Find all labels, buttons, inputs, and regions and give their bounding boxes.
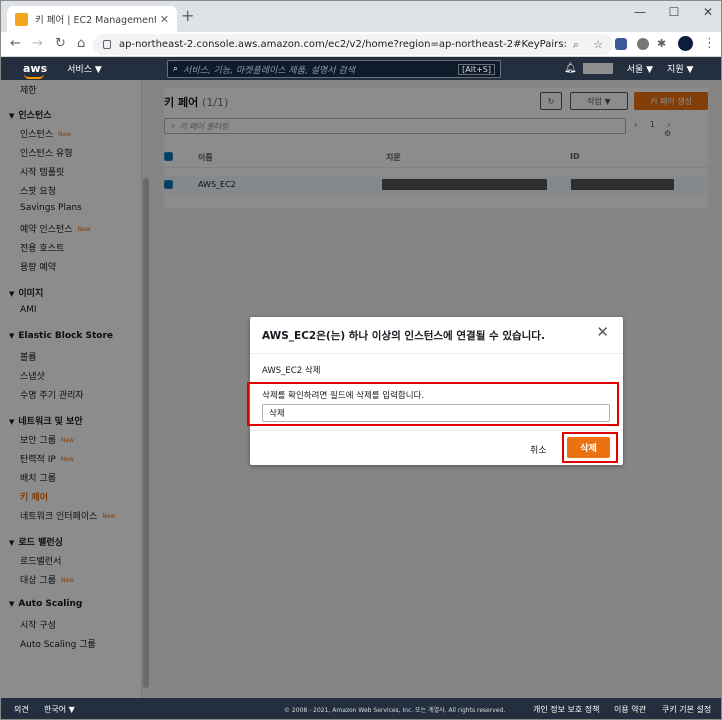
lock-icon (103, 40, 111, 49)
region-menu[interactable]: 서울 ▼ (627, 62, 653, 75)
new-tab-icon[interactable]: + (181, 8, 194, 24)
copyright: © 2008 - 2021, Amazon Web Services, Inc.… (284, 707, 506, 714)
feedback-link[interactable]: 의견 (14, 704, 29, 715)
tab-title: 키 페어 | EC2 Management Con (35, 15, 156, 26)
nav-right: 🔔︎ 서울 ▼ 지원 ▼ (564, 57, 693, 80)
forward-icon[interactable]: → (32, 36, 43, 52)
bell-icon[interactable]: 🔔︎ (564, 63, 577, 74)
back-icon[interactable]: ← (10, 36, 21, 52)
maximize-icon[interactable]: ☐ (665, 5, 683, 19)
address-bar-row: ← → ↻ ⌂ ap-northeast-2.console.aws.amazo… (1, 32, 721, 57)
privacy-link[interactable]: 개인 정보 보호 정책 (533, 704, 600, 715)
minimize-icon[interactable]: — (631, 5, 649, 19)
aws-logo[interactable]: aws (23, 63, 47, 79)
divider (250, 430, 623, 431)
url-text: ap-northeast-2.console.aws.amazon.com/ec… (119, 39, 567, 50)
reload-icon[interactable]: ↻ (55, 36, 66, 52)
aws-favicon-icon (15, 12, 28, 26)
zoom-icon[interactable]: ⌕ (573, 38, 579, 52)
window-close-icon[interactable]: ✕ (699, 5, 717, 19)
support-menu[interactable]: 지원 ▼ (667, 62, 693, 75)
browser-window: 키 페어 | EC2 Management Con ✕ + — ☐ ✕ ← → … (0, 0, 722, 720)
divider (250, 353, 623, 354)
menu-icon[interactable]: ⋮ (703, 36, 716, 52)
footer: 의견 한국어 ▼ © 2008 - 2021, Amazon Web Servi… (1, 698, 721, 719)
close-icon[interactable]: ✕ (596, 325, 609, 340)
home-icon[interactable]: ⌂ (77, 36, 85, 52)
browser-tab[interactable]: 키 페어 | EC2 Management Con ✕ (7, 6, 177, 32)
dialog-title: AWS_EC2은(는) 하나 이상의 인스턴스에 연결될 수 있습니다. (262, 330, 545, 342)
tab-close-icon[interactable]: ✕ (160, 13, 169, 26)
cancel-button[interactable]: 취소 (530, 443, 547, 456)
search-icon: ⌕ (173, 64, 179, 74)
search-shortcut: [Alt+S] (458, 63, 495, 75)
language-select[interactable]: 한국어 ▼ (44, 704, 75, 715)
cookies-link[interactable]: 쿠키 기본 설정 (662, 704, 711, 715)
highlight-box-input (247, 382, 619, 426)
url-bar[interactable]: ap-northeast-2.console.aws.amazon.com/ec… (93, 34, 613, 55)
highlight-box-delete (562, 432, 618, 463)
account-menu-redacted[interactable] (582, 63, 613, 74)
tab-strip: 키 페어 | EC2 Management Con ✕ + — ☐ ✕ (1, 1, 721, 32)
services-menu[interactable]: 서비스 ▼ (67, 62, 102, 75)
delete-target-text: AWS_EC2 삭제 (262, 366, 321, 376)
extension-icon-2[interactable] (637, 38, 649, 50)
puzzle-icon[interactable]: ✱ (657, 36, 666, 52)
profile-avatar[interactable] (678, 36, 693, 51)
search-placeholder: 서비스, 기능, 마켓플레이스 제품, 설명서 검색 (183, 65, 355, 76)
aws-search-input[interactable]: ⌕ 서비스, 기능, 마켓플레이스 제품, 설명서 검색 [Alt+S] (167, 60, 501, 78)
star-icon[interactable]: ☆ (593, 38, 603, 51)
aws-top-nav: aws 서비스 ▼ ⌕ 서비스, 기능, 마켓플레이스 제품, 설명서 검색 [… (1, 57, 721, 80)
terms-link[interactable]: 이용 약관 (614, 704, 646, 715)
extension-icon[interactable] (615, 38, 627, 50)
